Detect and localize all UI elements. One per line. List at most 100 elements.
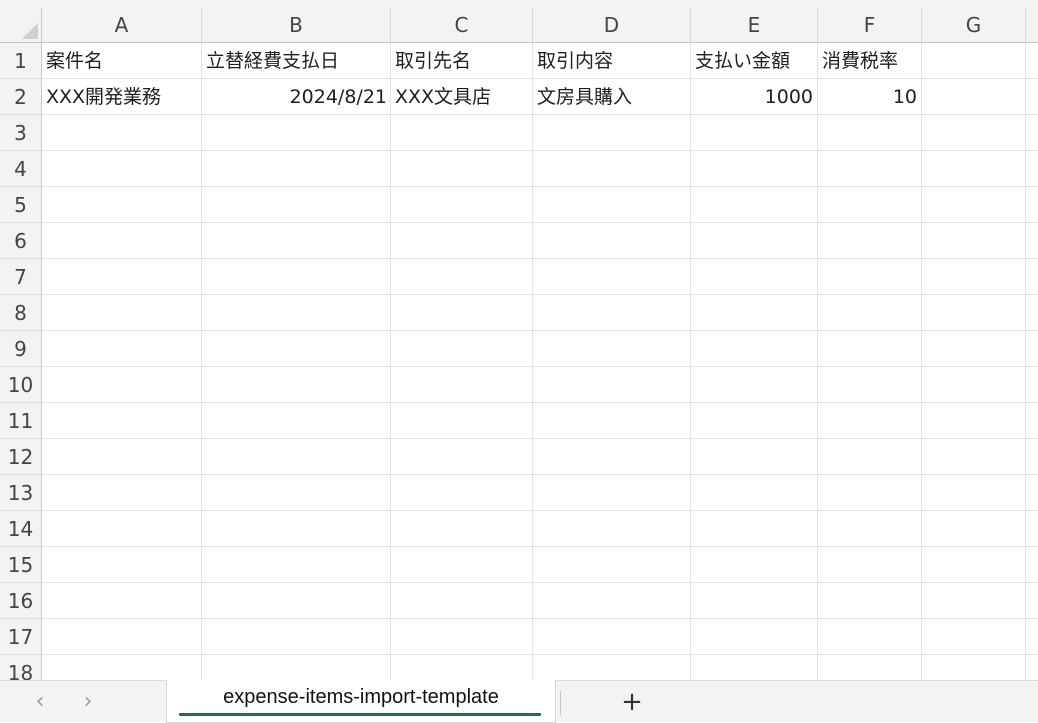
empty-cell[interactable] — [533, 223, 691, 259]
empty-cell[interactable] — [42, 511, 202, 547]
empty-cell[interactable] — [1026, 79, 1038, 115]
cell-c1[interactable]: 取引先名 — [391, 43, 533, 79]
empty-cell[interactable] — [1026, 295, 1038, 331]
add-sheet-plus-icon[interactable]: + — [616, 686, 648, 718]
row-header-5[interactable]: 5 — [0, 187, 42, 223]
empty-cell[interactable] — [533, 655, 691, 680]
empty-cell[interactable] — [202, 295, 391, 331]
column-header-c[interactable]: C — [391, 8, 533, 43]
empty-cell[interactable] — [922, 619, 1026, 655]
empty-cell[interactable] — [1026, 187, 1038, 223]
empty-cell[interactable] — [391, 403, 533, 439]
cell-f1[interactable]: 消費税率 — [818, 43, 922, 79]
empty-cell[interactable] — [42, 331, 202, 367]
empty-cell[interactable] — [818, 583, 922, 619]
empty-cell[interactable] — [818, 151, 922, 187]
empty-cell[interactable] — [818, 367, 922, 403]
empty-cell[interactable] — [818, 115, 922, 151]
row-header-18[interactable]: 18 — [0, 655, 42, 680]
column-header-e[interactable]: E — [691, 8, 818, 43]
empty-cell[interactable] — [202, 367, 391, 403]
empty-cell[interactable] — [391, 655, 533, 680]
empty-cell[interactable] — [533, 583, 691, 619]
empty-cell[interactable] — [42, 619, 202, 655]
empty-cell[interactable] — [202, 115, 391, 151]
empty-cell[interactable] — [42, 403, 202, 439]
row-header-1[interactable]: 1 — [0, 43, 42, 79]
empty-cell[interactable] — [533, 439, 691, 475]
column-header-g[interactable]: G — [922, 8, 1026, 43]
empty-cell[interactable] — [922, 583, 1026, 619]
empty-cell[interactable] — [42, 187, 202, 223]
empty-cell[interactable] — [922, 187, 1026, 223]
empty-cell[interactable] — [391, 511, 533, 547]
cell-g1[interactable] — [922, 43, 1026, 79]
empty-cell[interactable] — [42, 151, 202, 187]
empty-cell[interactable] — [42, 439, 202, 475]
empty-cell[interactable] — [691, 439, 818, 475]
empty-cell[interactable] — [691, 151, 818, 187]
empty-cell[interactable] — [1026, 151, 1038, 187]
row-header-7[interactable]: 7 — [0, 259, 42, 295]
empty-cell[interactable] — [42, 295, 202, 331]
empty-cell[interactable] — [202, 331, 391, 367]
empty-cell[interactable] — [1026, 259, 1038, 295]
row-header-13[interactable]: 13 — [0, 475, 42, 511]
empty-cell[interactable] — [533, 619, 691, 655]
empty-cell[interactable] — [691, 655, 818, 680]
empty-cell[interactable] — [42, 547, 202, 583]
empty-cell[interactable] — [818, 223, 922, 259]
empty-cell[interactable] — [1026, 439, 1038, 475]
empty-cell[interactable] — [202, 655, 391, 680]
empty-cell[interactable] — [533, 115, 691, 151]
cell-g2[interactable] — [922, 79, 1026, 115]
empty-cell[interactable] — [818, 547, 922, 583]
empty-cell[interactable] — [202, 547, 391, 583]
empty-cell[interactable] — [1026, 511, 1038, 547]
empty-cell[interactable] — [533, 295, 691, 331]
empty-cell[interactable] — [391, 295, 533, 331]
empty-cell[interactable] — [922, 115, 1026, 151]
cell-a2[interactable]: XXX開発業務 — [42, 79, 202, 115]
empty-cell[interactable] — [922, 655, 1026, 680]
row-header-9[interactable]: 9 — [0, 331, 42, 367]
empty-cell[interactable] — [533, 259, 691, 295]
select-all-corner[interactable] — [0, 8, 42, 43]
empty-cell[interactable] — [691, 367, 818, 403]
empty-cell[interactable] — [1026, 619, 1038, 655]
row-header-14[interactable]: 14 — [0, 511, 42, 547]
empty-cell[interactable] — [42, 367, 202, 403]
empty-cell[interactable] — [691, 259, 818, 295]
empty-cell[interactable] — [1026, 475, 1038, 511]
empty-cell[interactable] — [691, 223, 818, 259]
empty-cell[interactable] — [691, 475, 818, 511]
row-header-8[interactable]: 8 — [0, 295, 42, 331]
empty-cell[interactable] — [391, 547, 533, 583]
empty-cell[interactable] — [818, 619, 922, 655]
previous-sheet-chevron-left-icon[interactable]: ‹ — [25, 687, 55, 717]
empty-cell[interactable] — [202, 439, 391, 475]
empty-cell[interactable] — [691, 403, 818, 439]
sheet-tab-active[interactable]: expense-items-import-template — [166, 680, 556, 723]
empty-cell[interactable] — [1026, 367, 1038, 403]
empty-cell[interactable] — [922, 223, 1026, 259]
empty-cell[interactable] — [1026, 583, 1038, 619]
empty-cell[interactable] — [391, 331, 533, 367]
empty-cell[interactable] — [691, 511, 818, 547]
empty-cell[interactable] — [818, 655, 922, 680]
empty-cell[interactable] — [42, 655, 202, 680]
empty-cell[interactable] — [202, 583, 391, 619]
empty-cell[interactable] — [691, 331, 818, 367]
empty-cell[interactable] — [1026, 331, 1038, 367]
empty-cell[interactable] — [818, 439, 922, 475]
row-header-6[interactable]: 6 — [0, 223, 42, 259]
row-header-12[interactable]: 12 — [0, 439, 42, 475]
empty-cell[interactable] — [818, 331, 922, 367]
empty-cell[interactable] — [202, 187, 391, 223]
row-header-10[interactable]: 10 — [0, 367, 42, 403]
empty-cell[interactable] — [42, 583, 202, 619]
row-header-3[interactable]: 3 — [0, 115, 42, 151]
empty-cell[interactable] — [391, 583, 533, 619]
empty-cell[interactable] — [922, 259, 1026, 295]
empty-cell[interactable] — [691, 295, 818, 331]
